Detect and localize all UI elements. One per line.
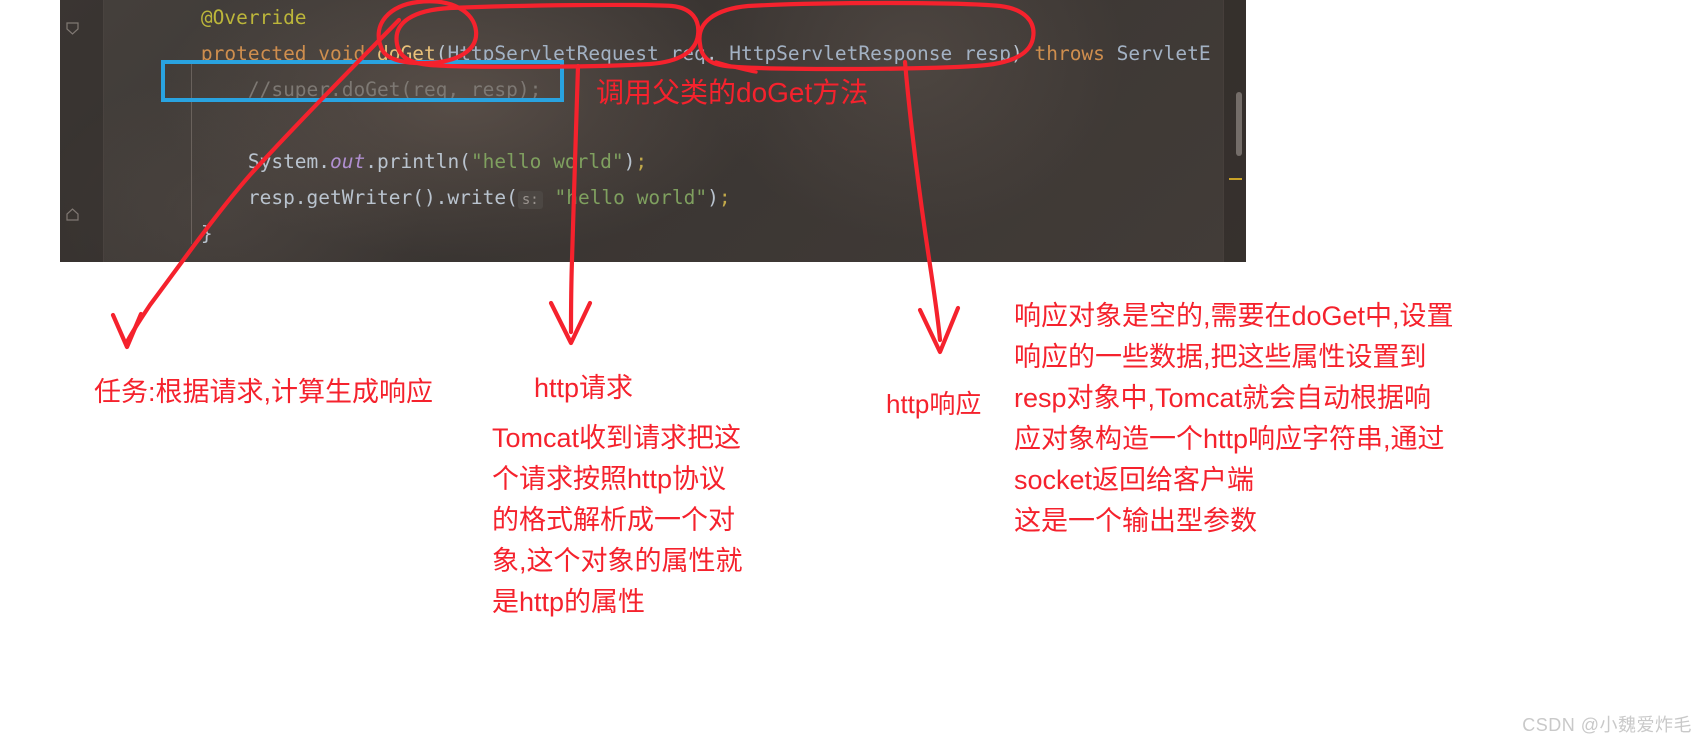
annotation-http-response-body: 响应对象是空的,需要在doGet中,设置 响应的一些数据,把这些属性设置到 re…	[1014, 301, 1454, 537]
code-token: doGet	[377, 42, 436, 65]
arrow-to-task-head	[110, 311, 144, 350]
code-token: HttpServletResponse resp	[729, 42, 1011, 65]
code-line[interactable]: resp.getWriter().write(s: "hello world")…	[60, 180, 1246, 216]
arrow-to-httpreq-head	[548, 300, 593, 346]
annotation-http-request-body: Tomcat收到请求把这 个请求按照http协议 的格式解析成一个对 象,这个对…	[492, 423, 743, 618]
annotation-task: 任务:根据请求,计算生成响应	[94, 377, 434, 407]
arrow-to-httpresp-head	[917, 305, 961, 355]
code-token: ;	[635, 150, 648, 173]
annotation-http-request-label: http请求	[534, 373, 634, 403]
code-token: "hello world"	[470, 150, 624, 173]
screenshot-root: @Override protected void doGet(HttpServl…	[0, 0, 1704, 745]
code-token: out	[330, 150, 366, 173]
editor-scrollbar-thumb[interactable]	[1236, 92, 1242, 156]
code-token: s:	[517, 191, 543, 209]
code-token: }	[200, 222, 213, 245]
code-token: HttpServletRequest req	[447, 42, 706, 65]
code-token: )	[623, 150, 636, 173]
source-code[interactable]: @Override protected void doGet(HttpServl…	[60, 0, 1246, 252]
annotation-doget-method: 调用父类的doGet方法	[596, 77, 869, 108]
code-line[interactable]: @Override	[60, 0, 1246, 36]
code-token: (	[435, 42, 448, 65]
code-token: ;	[718, 186, 731, 209]
rail-marker	[1229, 178, 1242, 180]
code-line[interactable]: protected void doGet(HttpServletRequest …	[60, 36, 1246, 72]
code-line[interactable]: }	[60, 216, 1246, 252]
code-token: @Override	[200, 6, 307, 29]
code-token: throws	[1034, 42, 1117, 65]
code-token: ,	[705, 42, 730, 65]
code-token: protected void	[200, 42, 377, 65]
code-line[interactable]: System.out.println("hello world");	[60, 144, 1246, 180]
code-token: .println(	[365, 150, 471, 173]
code-token: resp.getWriter().write(	[247, 186, 518, 209]
code-token: //super.doGet(req, resp);	[247, 78, 542, 101]
editor-right-rail[interactable]	[1223, 0, 1246, 262]
code-editor-panel[interactable]: @Override protected void doGet(HttpServl…	[60, 0, 1246, 262]
code-token: )	[707, 186, 719, 209]
code-token: )	[1010, 42, 1035, 65]
code-token: System.	[247, 150, 331, 173]
annotation-http-response-label: http响应	[886, 389, 982, 419]
code-token: ServletE	[1116, 42, 1211, 65]
csdn-watermark: CSDN @小魏爱炸毛	[1522, 715, 1692, 735]
code-token: "hello world"	[542, 186, 708, 209]
